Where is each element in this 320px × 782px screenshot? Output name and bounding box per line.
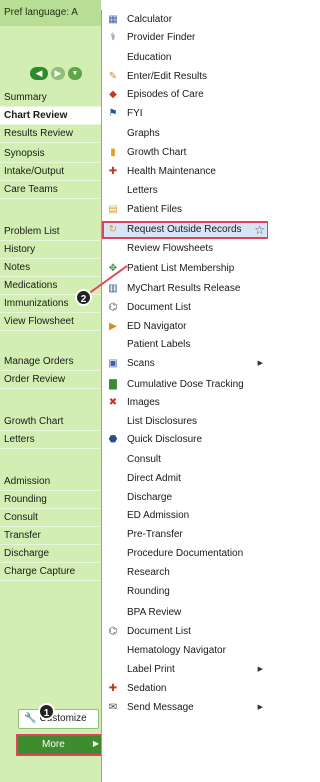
step-2-badge: 2: [75, 289, 92, 306]
step-1-badge: 1: [38, 703, 55, 720]
callout-connector: [87, 265, 128, 295]
